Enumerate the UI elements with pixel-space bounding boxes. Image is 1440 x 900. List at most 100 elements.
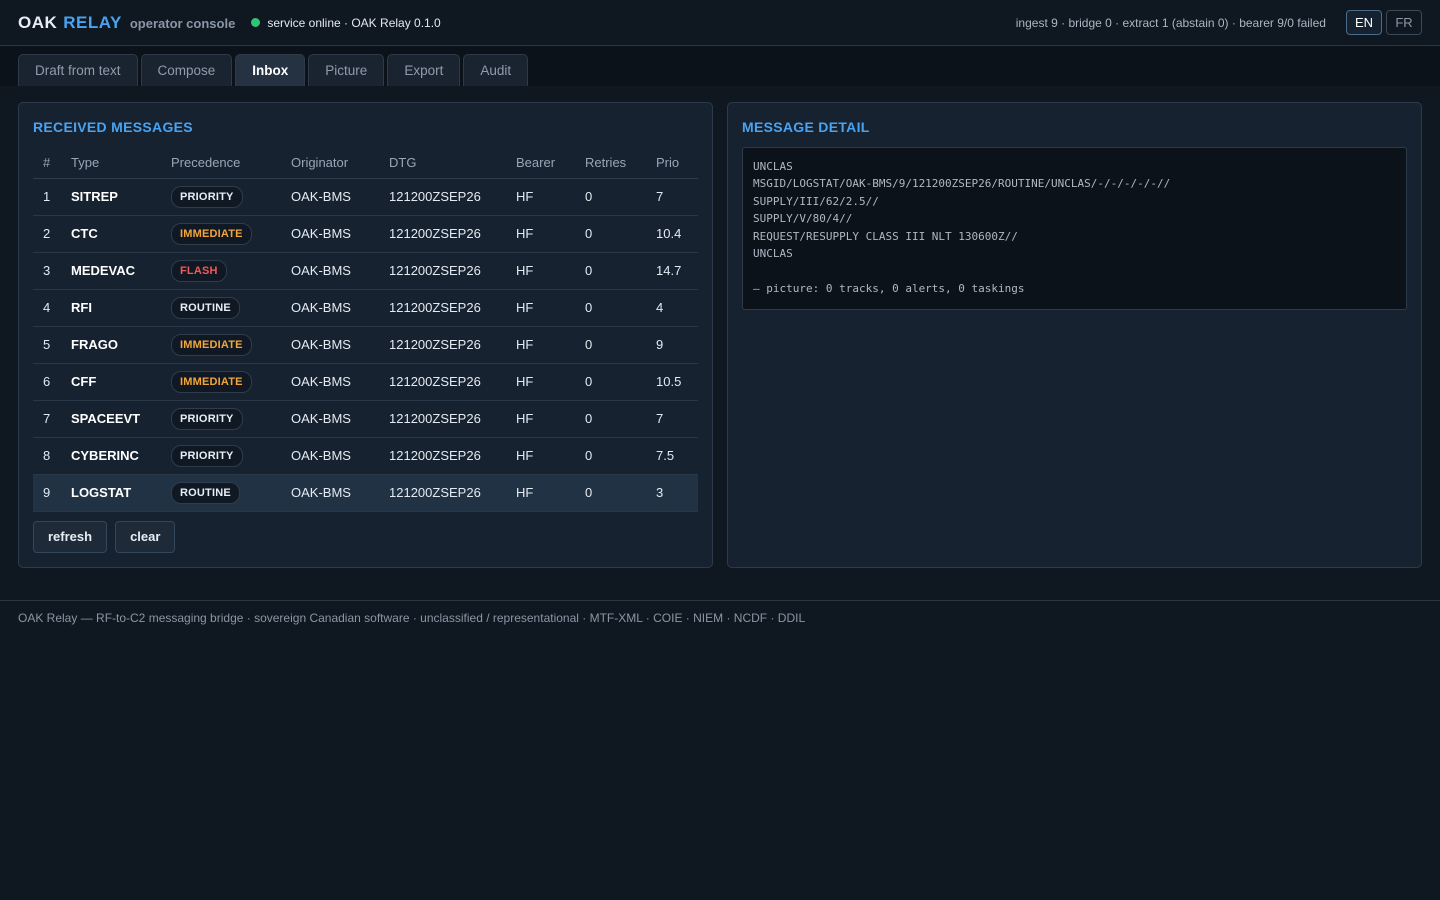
refresh-button[interactable]: refresh bbox=[33, 520, 108, 553]
message-detail-text: UNCLAS MSGID/LOGSTAT/OAK-BMS/9/121200ZSE… bbox=[742, 147, 1407, 311]
originator: OAK-BMS bbox=[281, 215, 379, 253]
col-header-number: # bbox=[33, 147, 61, 179]
table-row[interactable]: 5 FRAGO IMMEDIATE OAK-BMS 121200ZSEP26 HF 0 9 bbox=[33, 326, 698, 364]
col-header-prio: Prio bbox=[646, 147, 698, 179]
brand-relay: RELAY bbox=[63, 12, 122, 32]
bearer: HF bbox=[506, 252, 575, 290]
clear-button[interactable]: clear bbox=[115, 520, 176, 553]
originator: OAK-BMS bbox=[281, 178, 379, 216]
service-status-text: service online · OAK Relay 0.1.0 bbox=[267, 15, 441, 30]
table-row[interactable]: 6 CFF IMMEDIATE OAK-BMS 121200ZSEP26 HF 0 10.5 bbox=[33, 363, 698, 401]
precedence-badge: ROUTINE bbox=[171, 296, 240, 319]
tab-picture[interactable]: Picture bbox=[308, 54, 385, 86]
row-number: 8 bbox=[33, 437, 61, 475]
dtg: 121200ZSEP26 bbox=[379, 215, 506, 253]
message-type: LOGSTAT bbox=[61, 474, 161, 512]
col-header-bearer: Bearer bbox=[506, 147, 575, 179]
retries: 0 bbox=[575, 437, 646, 475]
row-number: 2 bbox=[33, 215, 61, 253]
table-row[interactable]: 8 CYBERINC PRIORITY OAK-BMS 121200ZSEP26 HF 0 7… bbox=[33, 437, 698, 475]
tab-compose[interactable]: Compose bbox=[140, 54, 233, 86]
bearer: HF bbox=[506, 326, 575, 364]
message-type: FRAGO bbox=[61, 326, 161, 364]
row-number: 1 bbox=[33, 178, 61, 216]
message-type: SPACEEVT bbox=[61, 400, 161, 438]
footer: OAK Relay — RF-to-C2 messaging bridge · … bbox=[0, 600, 1440, 635]
bearer: HF bbox=[506, 474, 575, 512]
precedence-badge: IMMEDIATE bbox=[171, 370, 252, 393]
main-content: RECEIVED MESSAGES # Type Precedence Orig… bbox=[0, 86, 1440, 584]
row-number: 6 bbox=[33, 363, 61, 401]
dtg: 121200ZSEP26 bbox=[379, 326, 506, 364]
message-type: CFF bbox=[61, 363, 161, 401]
bearer: HF bbox=[506, 437, 575, 475]
retries: 0 bbox=[575, 252, 646, 290]
tab-export[interactable]: Export bbox=[387, 54, 461, 86]
retries: 0 bbox=[575, 400, 646, 438]
table-row[interactable]: 9 LOGSTAT ROUTINE OAK-BMS 121200ZSEP26 HF 0 3 bbox=[33, 474, 698, 512]
precedence-badge: IMMEDIATE bbox=[171, 222, 252, 245]
tab-audit[interactable]: Audit bbox=[463, 54, 529, 86]
col-header-type: Type bbox=[61, 147, 161, 179]
message-detail-title: MESSAGE DETAIL bbox=[742, 119, 870, 135]
table-row[interactable]: 1 SITREP PRIORITY OAK-BMS 121200ZSEP26 HF 0 7 bbox=[33, 178, 698, 216]
message-type: CTC bbox=[61, 215, 161, 253]
received-messages-panel: RECEIVED MESSAGES # Type Precedence Orig… bbox=[18, 102, 713, 568]
message-type: CYBERINC bbox=[61, 437, 161, 475]
lang-fr-button[interactable]: FR bbox=[1386, 10, 1422, 35]
dtg: 121200ZSEP26 bbox=[379, 289, 506, 327]
lang-en-button[interactable]: EN bbox=[1345, 10, 1382, 35]
precedence-cell: FLASH bbox=[161, 252, 281, 290]
retries: 0 bbox=[575, 474, 646, 512]
priority-score: 7 bbox=[646, 400, 698, 438]
retries: 0 bbox=[575, 326, 646, 364]
retries: 0 bbox=[575, 215, 646, 253]
tab-draft-from-text[interactable]: Draft from text bbox=[18, 54, 138, 86]
precedence-cell: ROUTINE bbox=[161, 289, 281, 327]
priority-score: 9 bbox=[646, 326, 698, 364]
precedence-cell: PRIORITY bbox=[161, 437, 281, 475]
retries: 0 bbox=[575, 178, 646, 216]
message-type: RFI bbox=[61, 289, 161, 327]
brand-logo: OAK RELAY operator console bbox=[18, 13, 235, 33]
pipeline-stats: ingest 9 · bridge 0 · extract 1 (abstain… bbox=[1015, 15, 1326, 30]
originator: OAK-BMS bbox=[281, 289, 379, 327]
brand-oak: OAK bbox=[18, 12, 58, 32]
dtg: 121200ZSEP26 bbox=[379, 474, 506, 512]
table-row[interactable]: 4 RFI ROUTINE OAK-BMS 121200ZSEP26 HF 0 4 bbox=[33, 289, 698, 327]
tab-bar: Draft from text Compose Inbox Picture Ex… bbox=[0, 46, 1440, 86]
originator: OAK-BMS bbox=[281, 400, 379, 438]
table-row[interactable]: 3 MEDEVAC FLASH OAK-BMS 121200ZSEP26 HF 0 14.7 bbox=[33, 252, 698, 290]
priority-score: 10.4 bbox=[646, 215, 698, 253]
dtg: 121200ZSEP26 bbox=[379, 363, 506, 401]
row-number: 7 bbox=[33, 400, 61, 438]
precedence-badge: PRIORITY bbox=[171, 444, 243, 467]
originator: OAK-BMS bbox=[281, 252, 379, 290]
inbox-actions: refresh clear bbox=[33, 520, 698, 553]
priority-score: 7 bbox=[646, 178, 698, 216]
priority-score: 14.7 bbox=[646, 252, 698, 290]
precedence-badge: FLASH bbox=[171, 259, 227, 282]
bearer: HF bbox=[506, 363, 575, 401]
precedence-cell: PRIORITY bbox=[161, 178, 281, 216]
bearer: HF bbox=[506, 178, 575, 216]
precedence-badge: ROUTINE bbox=[171, 481, 240, 504]
dtg: 121200ZSEP26 bbox=[379, 437, 506, 475]
service-status: service online · OAK Relay 0.1.0 bbox=[251, 15, 441, 30]
table-row[interactable]: 7 SPACEEVT PRIORITY OAK-BMS 121200ZSEP26 HF 0 7 bbox=[33, 400, 698, 438]
brand-subtitle: operator console bbox=[129, 15, 236, 31]
messages-table: # Type Precedence Originator DTG Bearer … bbox=[33, 147, 698, 512]
message-detail-panel: MESSAGE DETAIL UNCLAS MSGID/LOGSTAT/OAK-… bbox=[727, 102, 1422, 568]
tab-inbox[interactable]: Inbox bbox=[235, 54, 306, 86]
row-number: 3 bbox=[33, 252, 61, 290]
dtg: 121200ZSEP26 bbox=[379, 252, 506, 290]
top-bar: OAK RELAY operator console service onlin… bbox=[0, 0, 1440, 46]
messages-table-body: 1 SITREP PRIORITY OAK-BMS 121200ZSEP26 HF 0 7 2 C… bbox=[33, 178, 698, 512]
received-messages-title: RECEIVED MESSAGES bbox=[33, 119, 193, 135]
retries: 0 bbox=[575, 363, 646, 401]
precedence-cell: PRIORITY bbox=[161, 400, 281, 438]
footer-text: OAK Relay — RF-to-C2 messaging bridge · … bbox=[18, 611, 806, 625]
originator: OAK-BMS bbox=[281, 474, 379, 512]
table-row[interactable]: 2 CTC IMMEDIATE OAK-BMS 121200ZSEP26 HF 0 10.4 bbox=[33, 215, 698, 253]
precedence-badge: PRIORITY bbox=[171, 185, 243, 208]
